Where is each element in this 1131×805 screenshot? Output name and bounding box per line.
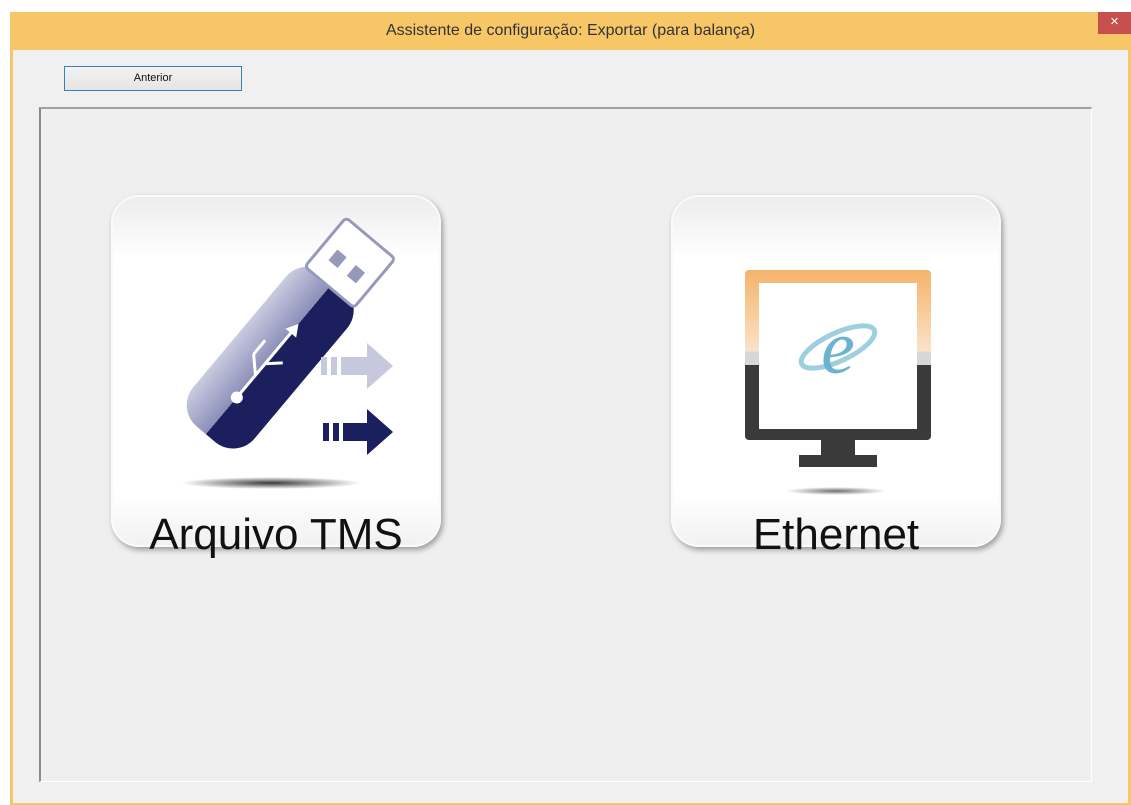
- wizard-window: Assistente de configuração: Exportar (pa…: [10, 12, 1131, 805]
- monitor-internet-icon: e: [745, 270, 931, 495]
- back-button[interactable]: Anterior: [64, 66, 242, 91]
- window-title: Assistente de configuração: Exportar (pa…: [385, 22, 756, 39]
- arquivo-tms-option[interactable]: Arquivo TMS: [111, 195, 441, 557]
- close-button[interactable]: ×: [1098, 12, 1131, 34]
- arquivo-tms-label: Arquivo TMS: [149, 510, 403, 559]
- options-panel: Arquivo TMS e Ethernet: [39, 107, 1092, 782]
- svg-text:e: e: [821, 306, 855, 390]
- ethernet-option[interactable]: e Ethernet: [671, 195, 1001, 557]
- window-client-area: Anterior Arquivo TMS e Ethernet: [13, 50, 1128, 803]
- ethernet-label: Ethernet: [752, 510, 920, 559]
- usb-drive-export-icon: [181, 217, 395, 489]
